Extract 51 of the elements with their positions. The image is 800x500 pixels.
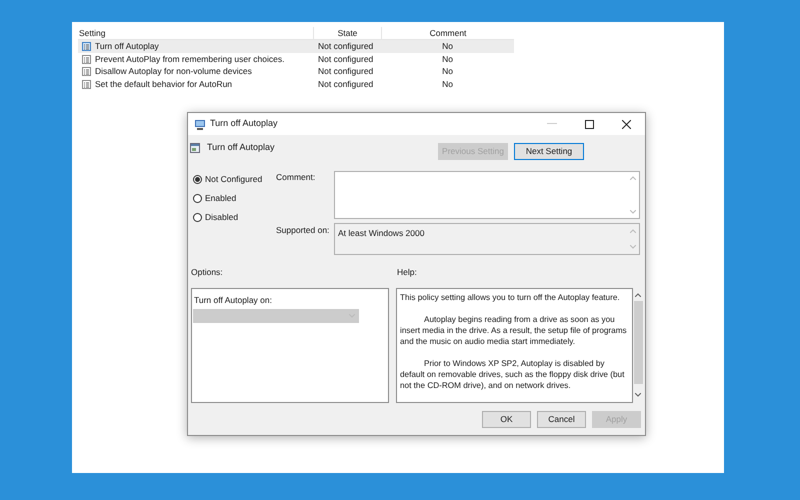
table-cell-text: Not configured: [317, 40, 374, 53]
table-cell: Disallow Autoplay for non-volume devices: [95, 65, 252, 78]
column-header[interactable]: Setting: [78, 26, 313, 40]
help-paragraph: Prior to Windows XP SP2, Autoplay is disabled by default on removable drives, such as the floppy disk drive (but not the CD-ROM drive), and on network drives.: [400, 358, 626, 391]
help-paragraph: This policy setting allows you to turn off the Autoplay feature.: [400, 292, 621, 303]
table-cell: Prevent AutoPlay from remembering user choices.: [95, 52, 284, 66]
scroll-down-icon[interactable]: [635, 393, 641, 397]
table-row[interactable]: Prevent AutoPlay from remembering user choices. Not configured No: [78, 52, 514, 66]
radio-button[interactable]: Enabled: [193, 192, 262, 205]
help-label: Help:: [397, 266, 417, 279]
table-cell-text: Not configured: [317, 52, 374, 66]
supported-on-label: Supported on:: [276, 224, 330, 237]
column-header[interactable]: State: [313, 26, 381, 40]
radio-button[interactable]: Disabled: [193, 211, 262, 224]
option-label: Turn off Autoplay on:: [194, 294, 272, 307]
dialog-button[interactable]: Cancel: [537, 411, 586, 428]
policy-icon: [190, 142, 200, 153]
table-cell: Turn off Autoplay: [95, 40, 159, 53]
table-cell-text: Not configured: [317, 78, 374, 91]
table-cell-text: No: [441, 52, 454, 66]
maximize-icon[interactable]: [585, 120, 594, 128]
scroll-down-icon: [630, 245, 636, 249]
scroll-up-icon: [630, 176, 636, 180]
policy-icon: [82, 54, 91, 64]
scroll-down-icon: [630, 210, 636, 214]
table-cell-text: No: [441, 78, 454, 91]
next-setting-button[interactable]: Next Setting: [514, 143, 584, 160]
window-title: Turn off Autoplay: [210, 117, 278, 130]
comment-field[interactable]: [334, 171, 640, 219]
options-label: Options:: [191, 266, 223, 279]
scrollbar-thumb[interactable]: [634, 301, 643, 384]
policy-icon: [82, 80, 91, 89]
policy-name: Turn off Autoplay: [207, 141, 275, 154]
supported-on-field: At least Windows 2000: [334, 223, 640, 255]
policy-icon: [82, 42, 91, 51]
table-cell-text: Not configured: [317, 65, 374, 78]
table-cell: Set the default behavior for AutoRun: [95, 78, 232, 91]
policy-icon: [82, 67, 91, 76]
column-header[interactable]: Comment: [381, 26, 514, 40]
dialog-button[interactable]: OK: [482, 411, 531, 428]
table-cell-text: No: [441, 40, 454, 53]
table-row[interactable]: Turn off Autoplay Not configured No: [78, 40, 514, 53]
computer-icon: [194, 118, 206, 130]
comment-label: Comment:: [276, 171, 316, 184]
scroll-up-icon: [630, 229, 636, 233]
radio-circle[interactable]: [193, 175, 202, 184]
help-paragraph: Autoplay begins reading from a drive as soon as you insert media in the drive. As a result, the setup file of programs and the music on audio media start immediately.: [400, 314, 628, 347]
scroll-up-icon[interactable]: [635, 293, 641, 297]
close-icon[interactable]: [622, 120, 631, 128]
table-cell-text: No: [441, 65, 454, 78]
radio-button[interactable]: Not Configured: [193, 173, 262, 186]
